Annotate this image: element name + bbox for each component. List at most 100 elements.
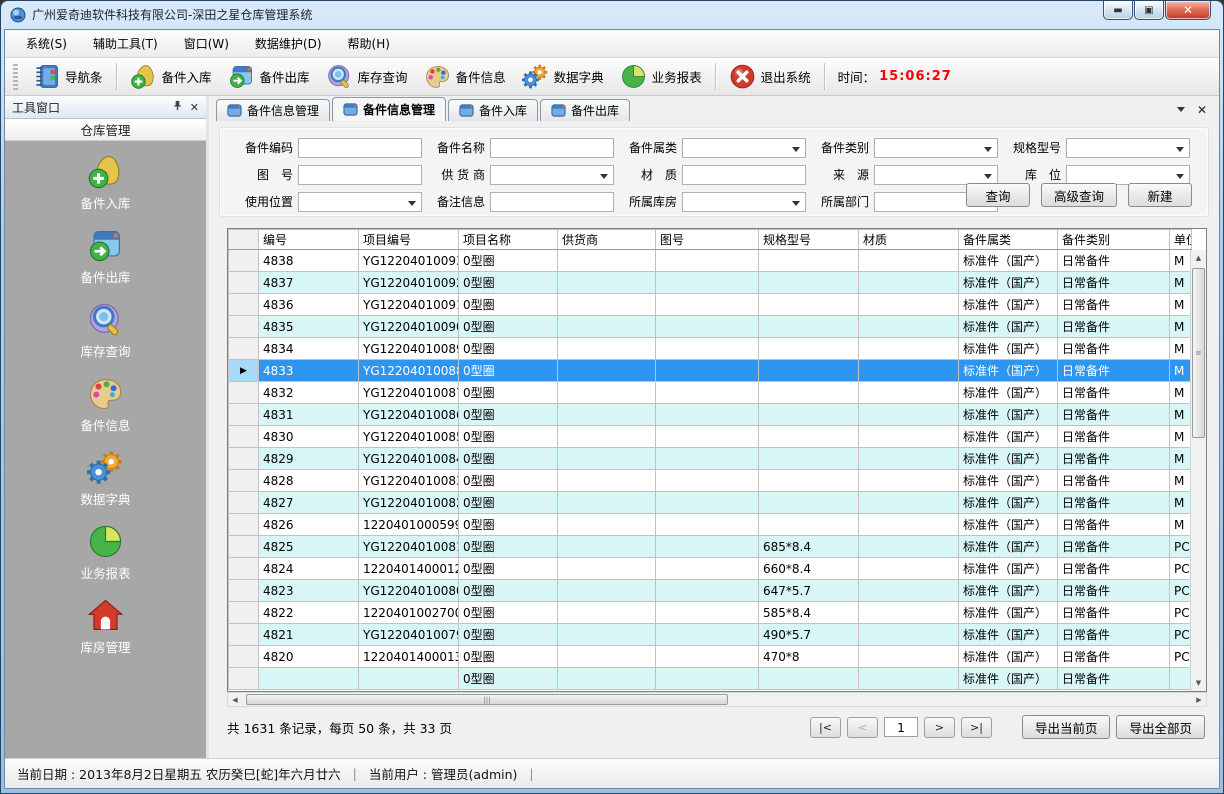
horizontal-scroll-thumb[interactable]: |||	[246, 694, 728, 705]
next-page-button[interactable]: >	[924, 717, 955, 738]
row-selector[interactable]	[229, 272, 259, 294]
table-row[interactable]: ▶4833YG122040100880型圈标准件（国产）日常备件M	[229, 360, 1192, 382]
page-number-input[interactable]: 1	[884, 717, 918, 737]
text-input[interactable]	[490, 138, 614, 158]
combo-box[interactable]	[874, 138, 998, 158]
last-page-button[interactable]: >|	[961, 717, 992, 738]
toolbar-button-info[interactable]: 备件信息	[416, 60, 514, 93]
text-input[interactable]	[298, 165, 422, 185]
close-button[interactable]: ✕	[1165, 1, 1211, 20]
row-selector[interactable]	[229, 668, 259, 690]
row-selector[interactable]	[229, 316, 259, 338]
combo-box[interactable]	[298, 192, 422, 212]
tab-list-icon[interactable]	[1177, 107, 1185, 116]
table-row[interactable]: 482212204010027000型圈585*8.4标准件（国产）日常备件PC	[229, 602, 1192, 624]
toolbar-grip[interactable]	[13, 64, 18, 90]
combo-box[interactable]	[682, 138, 806, 158]
query-button[interactable]: 查询	[966, 183, 1030, 207]
pin-icon[interactable]	[172, 100, 183, 114]
menu-item[interactable]: 窗口(W)	[173, 31, 240, 56]
toolbar-button-exit[interactable]: 退出系统	[721, 60, 819, 93]
row-selector[interactable]	[229, 646, 259, 668]
row-selector[interactable]	[229, 514, 259, 536]
toolbar-button-out[interactable]: 备件出库	[220, 60, 318, 93]
row-selector[interactable]: ▶	[229, 360, 259, 382]
sidebar-item[interactable]: 备件入库	[80, 153, 130, 212]
row-selector[interactable]	[229, 404, 259, 426]
row-selector[interactable]	[229, 558, 259, 580]
column-header[interactable]: 材质	[859, 230, 959, 250]
menu-item[interactable]: 数据维护(D)	[244, 31, 333, 56]
new-button[interactable]: 新建	[1128, 183, 1192, 207]
first-page-button[interactable]: |<	[810, 717, 841, 738]
column-header[interactable]: 单位	[1170, 230, 1192, 250]
combo-box[interactable]	[490, 165, 614, 185]
row-selector[interactable]	[229, 448, 259, 470]
toolbar-button-query[interactable]: 库存查询	[318, 60, 416, 93]
export-current-page-button[interactable]: 导出当前页	[1022, 715, 1111, 739]
table-row[interactable]: 4828YG122040100830型圈标准件（国产）日常备件M	[229, 470, 1192, 492]
sidebar-item[interactable]: 库房管理	[80, 597, 130, 656]
table-row[interactable]: 4832YG122040100870型圈标准件（国产）日常备件M	[229, 382, 1192, 404]
table-row[interactable]: 4836YG122040100910型圈标准件（国产）日常备件M	[229, 294, 1192, 316]
minimize-button[interactable]: ▬	[1103, 1, 1133, 20]
table-row[interactable]: 4825YG122040100810型圈685*8.4标准件（国产）日常备件PC	[229, 536, 1192, 558]
scroll-right-icon[interactable]: ▶	[1193, 694, 1205, 705]
row-selector[interactable]	[229, 426, 259, 448]
combo-box[interactable]	[1066, 165, 1190, 185]
prev-page-button[interactable]: <	[847, 717, 878, 738]
vertical-scrollbar[interactable]: ▲ ≡ ▼	[1190, 250, 1206, 691]
row-selector[interactable]	[229, 624, 259, 646]
row-selector[interactable]	[229, 536, 259, 558]
close-tab-icon[interactable]: ✕	[1197, 104, 1207, 116]
scroll-down-icon[interactable]: ▼	[1192, 676, 1205, 690]
column-header[interactable]: 项目编号	[359, 230, 459, 250]
tab-0[interactable]: 备件信息管理	[216, 99, 330, 121]
toolbar-button-report[interactable]: 业务报表	[612, 60, 710, 93]
table-row[interactable]: 4831YG122040100860型圈标准件（国产）日常备件M	[229, 404, 1192, 426]
table-row[interactable]: 482612204010005990型圈标准件（国产）日常备件M	[229, 514, 1192, 536]
toolbar-button-dict[interactable]: 数据字典	[514, 60, 612, 93]
column-header[interactable]: 备件类别	[1058, 230, 1170, 250]
sidebar-item[interactable]: 库存查询	[80, 301, 130, 360]
toolbar-button-in[interactable]: 备件入库	[122, 60, 220, 93]
row-selector[interactable]	[229, 338, 259, 360]
combo-box[interactable]	[682, 192, 806, 212]
vertical-scroll-thumb[interactable]: ≡	[1192, 268, 1205, 438]
table-row[interactable]: 4823YG122040100800型圈647*5.7标准件（国产）日常备件PC	[229, 580, 1192, 602]
row-selector[interactable]	[229, 580, 259, 602]
column-header[interactable]: 供货商	[558, 230, 656, 250]
tab-1[interactable]: 备件信息管理	[332, 97, 446, 121]
table-row[interactable]: 4837YG122040100920型圈标准件（国产）日常备件M	[229, 272, 1192, 294]
sidebar-item[interactable]: 数据字典	[80, 449, 130, 508]
export-all-pages-button[interactable]: 导出全部页	[1116, 715, 1205, 739]
scroll-up-icon[interactable]: ▲	[1192, 251, 1205, 265]
table-row[interactable]: 4821YG122040100790型圈490*5.7标准件（国产）日常备件PC	[229, 624, 1192, 646]
table-row[interactable]: 0型圈标准件（国产）日常备件	[229, 668, 1192, 690]
sidebar-item[interactable]: 备件信息	[80, 375, 130, 434]
close-panel-icon[interactable]: ✕	[190, 102, 199, 113]
column-header[interactable]: 备件属类	[959, 230, 1058, 250]
row-selector[interactable]	[229, 382, 259, 404]
row-selector[interactable]	[229, 492, 259, 514]
text-input[interactable]	[490, 192, 614, 212]
column-header[interactable]: 编号	[259, 230, 359, 250]
table-row[interactable]: 4835YG122040100900型圈标准件（国产）日常备件M	[229, 316, 1192, 338]
combo-box[interactable]	[1066, 138, 1190, 158]
horizontal-scrollbar[interactable]: ◀ ||| ▶	[227, 692, 1207, 707]
table-row[interactable]: 482412204014000120型圈660*8.4标准件（国产）日常备件PC	[229, 558, 1192, 580]
text-input[interactable]	[298, 138, 422, 158]
table-row[interactable]: 4830YG122040100850型圈标准件（国产）日常备件M	[229, 426, 1192, 448]
maximize-button[interactable]: ▣	[1134, 1, 1164, 20]
combo-box[interactable]	[874, 165, 998, 185]
table-row[interactable]: 482012204014000130型圈470*8标准件（国产）日常备件PC	[229, 646, 1192, 668]
column-header[interactable]: 项目名称	[459, 230, 558, 250]
row-selector[interactable]	[229, 602, 259, 624]
row-selector[interactable]	[229, 250, 259, 272]
tab-3[interactable]: 备件出库	[540, 99, 630, 121]
menu-item[interactable]: 帮助(H)	[337, 31, 401, 56]
advanced-query-button[interactable]: 高级查询	[1041, 183, 1117, 207]
menu-item[interactable]: 辅助工具(T)	[82, 31, 169, 56]
column-header[interactable]: 图号	[656, 230, 759, 250]
text-input[interactable]	[682, 165, 806, 185]
